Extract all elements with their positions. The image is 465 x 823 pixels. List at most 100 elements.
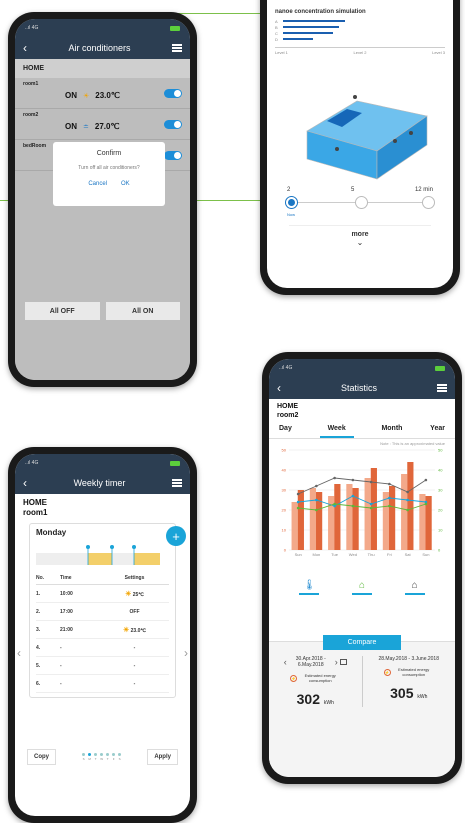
day-dot-label: T: [94, 757, 97, 761]
tab-month[interactable]: Month: [381, 425, 402, 438]
all-off-button[interactable]: All OFF: [25, 302, 100, 320]
line-point[interactable]: [406, 498, 409, 501]
day-dot[interactable]: S: [118, 753, 122, 761]
timer-row[interactable]: 3. 21:00 ☀ 23.0℃: [36, 621, 169, 640]
bar[interactable]: [401, 473, 408, 550]
more-button[interactable]: more ⌄: [289, 225, 431, 247]
col-settings: Settings: [124, 575, 145, 582]
line-point[interactable]: [351, 504, 355, 507]
bar[interactable]: [407, 461, 414, 550]
day-dot[interactable]: T: [94, 753, 98, 761]
timer-row[interactable]: 4. - -: [36, 639, 169, 658]
ac-room-state: ON: [65, 91, 77, 100]
battery-icon: [170, 460, 180, 466]
y-tick-label: 50: [282, 447, 287, 452]
line-point[interactable]: [296, 492, 300, 495]
timer-row-time: 21:00: [60, 626, 73, 633]
menu-icon[interactable]: [436, 384, 447, 392]
line-point[interactable]: [315, 508, 318, 511]
day-dot[interactable]: S: [82, 753, 86, 761]
line-point[interactable]: [369, 480, 373, 483]
y2-tick-label: 10: [438, 527, 443, 532]
legend-icons: 🌡 ⌂ ⌂: [269, 580, 455, 595]
line-point[interactable]: [424, 478, 428, 481]
day-dot[interactable]: F: [112, 753, 116, 761]
cool-icon: ≐: [83, 123, 89, 131]
all-on-button[interactable]: All ON: [105, 302, 180, 320]
line-point[interactable]: [296, 500, 300, 503]
time-slider[interactable]: [285, 195, 435, 211]
add-timer-button[interactable]: +: [166, 526, 186, 546]
tab-day[interactable]: Day: [279, 425, 292, 438]
room-3d-simulation: [306, 95, 428, 180]
back-icon[interactable]: ‹: [23, 42, 27, 54]
nanoe-level-bar: [283, 20, 345, 22]
line-point[interactable]: [369, 506, 373, 509]
line-point[interactable]: [315, 498, 318, 501]
bar[interactable]: [291, 501, 298, 550]
compare-button[interactable]: Compare: [323, 635, 401, 650]
compare-panel: Compare ‹ 30.Apr.2018 - 6.May.2018 › ⚡ E…: [269, 635, 455, 777]
line-point[interactable]: [351, 494, 355, 497]
bar[interactable]: [346, 483, 353, 550]
timer-row-no: 4.: [36, 644, 41, 651]
ac-power-toggle[interactable]: [164, 120, 182, 129]
line-point[interactable]: [388, 496, 391, 499]
back-icon[interactable]: ‹: [23, 477, 27, 489]
level-1-label: Level 1: [275, 50, 288, 55]
line-point[interactable]: [388, 482, 391, 485]
calendar-icon[interactable]: [339, 659, 347, 665]
back-icon[interactable]: ‹: [277, 382, 281, 394]
line-point[interactable]: [296, 506, 300, 509]
timer-row[interactable]: 6. - -: [36, 675, 169, 694]
bar[interactable]: [364, 477, 371, 550]
sun-icon: ☀: [83, 92, 90, 100]
legend-temperature[interactable]: 🌡: [299, 580, 320, 595]
line-point[interactable]: [333, 502, 336, 505]
legend-indoor[interactable]: ⌂: [351, 580, 372, 595]
period-tabs: Day Week Month Year: [269, 421, 455, 439]
menu-icon[interactable]: [172, 479, 182, 487]
timer-row[interactable]: 5. - -: [36, 657, 169, 676]
line-point[interactable]: [388, 504, 391, 507]
timer-table-header: No. Time Settings: [36, 571, 169, 586]
compare-left: ‹ 30.Apr.2018 - 6.May.2018 › ⚡ Estimated…: [269, 656, 363, 707]
right-range: 28.May.2018 - 3.June.2018: [378, 656, 439, 662]
line-point[interactable]: [406, 490, 409, 493]
legend-outdoor[interactable]: ⌂: [404, 579, 425, 595]
menu-icon[interactable]: [172, 44, 182, 52]
day-dot[interactable]: M: [88, 753, 92, 761]
outdoor-icon: ⌂: [411, 579, 418, 591]
bar[interactable]: [309, 487, 317, 550]
tab-week[interactable]: Week: [319, 425, 354, 438]
next-day-icon[interactable]: ›: [184, 646, 188, 660]
apply-button[interactable]: Apply: [147, 749, 178, 765]
tab-year[interactable]: Year: [430, 425, 445, 438]
timer-row[interactable]: 2. 17:00 OFF: [36, 603, 169, 622]
line-point[interactable]: [369, 502, 373, 505]
line-point[interactable]: [315, 484, 318, 487]
day-dot[interactable]: W: [100, 753, 104, 761]
bar[interactable]: [297, 489, 304, 550]
timer-timeline: [36, 545, 160, 566]
bar[interactable]: [382, 491, 390, 550]
dialog-cancel-button[interactable]: Cancel: [88, 181, 107, 187]
prev-day-icon[interactable]: ‹: [17, 646, 21, 660]
prev-period-icon[interactable]: ‹: [284, 657, 287, 667]
nanoe-title: nanoe concentration simulation: [275, 9, 366, 15]
day-dot-label: M: [88, 757, 91, 761]
timer-row[interactable]: 1. 10:00 ☀ 25℃: [36, 585, 169, 604]
line-point[interactable]: [406, 508, 409, 511]
bar[interactable]: [419, 493, 426, 550]
ac-power-toggle[interactable]: [164, 151, 182, 160]
day-dot[interactable]: T: [106, 753, 110, 761]
next-period-icon[interactable]: ›: [335, 657, 338, 667]
dialog-ok-button[interactable]: OK: [121, 181, 130, 187]
ac-power-toggle[interactable]: [164, 89, 182, 98]
bar[interactable]: [389, 485, 396, 550]
bar[interactable]: [334, 483, 341, 550]
line-point[interactable]: [333, 476, 336, 479]
copy-button[interactable]: Copy: [27, 749, 56, 765]
line-point[interactable]: [424, 502, 428, 505]
line-point[interactable]: [351, 478, 355, 481]
